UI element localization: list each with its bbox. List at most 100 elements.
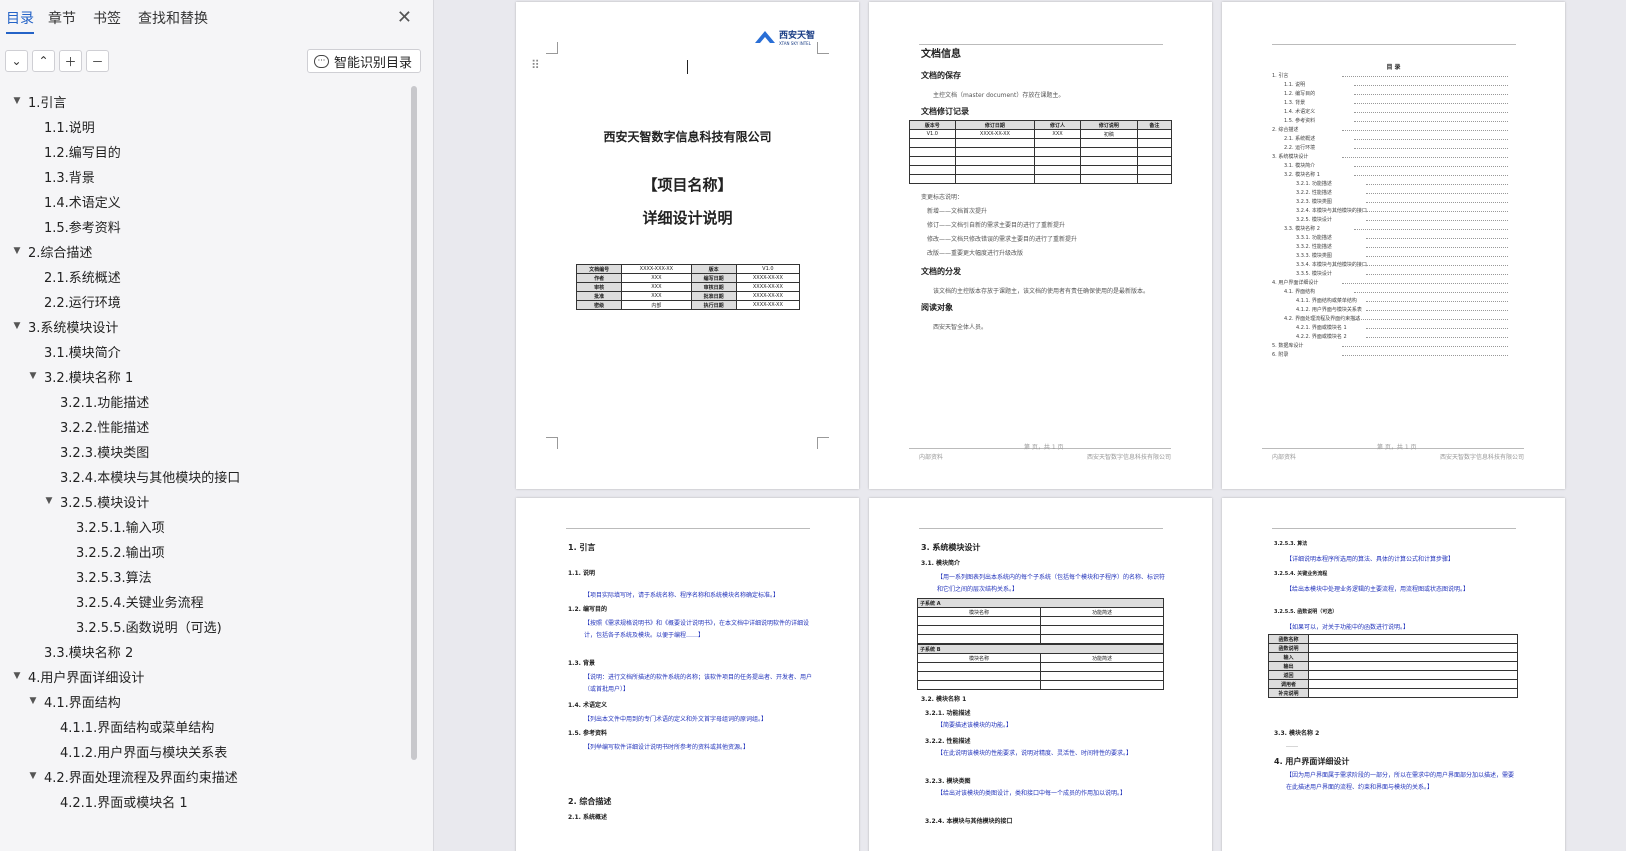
table-cell <box>909 147 956 157</box>
logo-mark-icon <box>755 31 775 43</box>
caret-down-icon[interactable]: ▼ <box>44 496 54 506</box>
toc-panel: 目录 章节 书签 查找和替换 ✕ ⌄ ⌃ ＋ － ··· 智能识别目录 ▼ 1.引… <box>0 0 434 851</box>
section-heading: 4. 用户界面详细设计 <box>1274 757 1350 766</box>
table-row <box>917 625 1164 635</box>
toc-item-label: 3.2.5.2.输出项 <box>76 545 165 561</box>
caret-down-icon[interactable]: ▼ <box>12 96 22 106</box>
tab-find-replace[interactable]: 查找和替换 <box>138 8 208 28</box>
toc-entry: 4. 用户界面详细设计 <box>1272 280 1319 286</box>
close-icon[interactable]: ✕ <box>397 7 412 28</box>
collapse-chevron-down-icon[interactable]: ⌄ <box>5 50 28 72</box>
toc-scrollbar[interactable] <box>411 86 417 760</box>
table-cell <box>909 156 956 166</box>
toc-entry: 4.2.2. 界面或模块名 2 <box>1296 334 1347 340</box>
toc-leader-dots <box>1354 94 1508 95</box>
subsection-heading: 3.2.1. 功能描述 <box>925 710 971 717</box>
toc-item[interactable]: 3.2.3.模块类图 <box>44 440 149 462</box>
subsection-heading: 3.2.5.3. 算法 <box>1274 541 1308 547</box>
toc-item[interactable]: 3.3.模块名称 2 <box>28 640 133 662</box>
toc-item[interactable]: 3.2.5.4.关键业务流程 <box>60 590 204 612</box>
tab-chapters[interactable]: 章节 <box>48 8 76 28</box>
section-text: 【给出本模块中处理业务逻辑的主要流程，用流程图或状态图说明。】 <box>1286 586 1470 593</box>
table-cell <box>1040 625 1164 635</box>
drag-handle-icon[interactable]: ⠿ <box>531 58 540 72</box>
caret-down-icon[interactable]: ▼ <box>12 321 22 331</box>
plus-icon[interactable]: ＋ <box>59 50 82 72</box>
toc-item[interactable]: ▼ 4.用户界面详细设计 <box>12 665 145 687</box>
revision-note: 修订——文档引自新的需求主要目的进行了重新提升 <box>927 222 1066 229</box>
toc-item[interactable]: ▼ 4.2.界面处理流程及界面约束描述 <box>28 765 238 787</box>
header-rule <box>1272 44 1516 45</box>
table-cell <box>1308 643 1518 653</box>
toc-item[interactable]: ▼ 4.1.界面结构 <box>28 690 121 712</box>
chevron-up-icon[interactable]: ⌃ <box>32 50 55 72</box>
toc-item[interactable]: 3.1.模块简介 <box>28 340 121 362</box>
caret-down-icon[interactable]: ▼ <box>12 246 22 256</box>
toc-item[interactable]: ▼ 3.2.5.模块设计 <box>44 490 150 512</box>
table-cell <box>1034 165 1081 175</box>
table-cell <box>1040 616 1164 626</box>
footer-left: 内部资料 <box>919 454 944 461</box>
page-intro[interactable]: 1. 引言 1.1. 说明 【项目实际填写时，请于系统名称、程序名称和系统模块名… <box>516 498 859 851</box>
tab-bookmarks[interactable]: 书签 <box>93 8 121 28</box>
header-rule <box>1272 528 1516 529</box>
toc-item[interactable]: ▼ 2.综合描述 <box>12 240 93 262</box>
minus-icon[interactable]: － <box>86 50 109 72</box>
tab-toc[interactable]: 目录 <box>6 8 34 34</box>
caret-down-icon[interactable]: ▼ <box>12 671 22 681</box>
caret-down-icon[interactable]: ▼ <box>28 371 38 381</box>
table-cell <box>909 138 956 148</box>
document-canvas[interactable]: ⠿ 西安天智 XTAN SKY INTEL 西安天智数字信息科技有限公司 【项目… <box>435 0 1626 851</box>
smart-toc-button[interactable]: ··· 智能识别目录 <box>306 49 421 73</box>
toc-item[interactable]: 2.2.运行环境 <box>28 290 121 312</box>
table-cell <box>1079 174 1138 184</box>
toc-item[interactable]: 4.1.1.界面结构或菜单结构 <box>44 715 214 737</box>
table-row <box>909 165 1173 175</box>
table-cell <box>1079 165 1138 175</box>
toc-item[interactable]: 3.2.1.功能描述 <box>44 390 149 412</box>
table-cell: 版本 <box>690 264 737 274</box>
toc-item[interactable]: ▼ 3.2.模块名称 1 <box>28 365 134 387</box>
table-cell: 模块名称 <box>917 607 1041 617</box>
toc-item[interactable]: 1.4.术语定义 <box>28 190 121 212</box>
toc-item[interactable]: ▼ 3.系统模块设计 <box>12 315 119 337</box>
caret-down-icon[interactable]: ▼ <box>28 696 38 706</box>
table-row <box>909 147 1173 157</box>
table-cell: 审核日期 <box>690 282 737 292</box>
page-modules[interactable]: 3. 系统模块设计 3.1. 模块简介 【用一系列图表列出本系统内的每个子系统（… <box>869 498 1212 851</box>
toc-item[interactable]: 3.2.4.本模块与其他模块的接口 <box>44 465 240 487</box>
table-cell: XXX <box>621 282 692 292</box>
table-cell: 编写日期 <box>690 273 737 283</box>
toc-item[interactable]: 1.3.背景 <box>28 165 95 187</box>
toc-item[interactable]: 1.2.编写目的 <box>28 140 121 162</box>
subsection-heading: 3.2. 模块名称 1 <box>921 696 967 703</box>
revision-heading: 文档修订记录 <box>921 107 969 116</box>
toc-item[interactable]: 4.1.2.用户界面与模块关系表 <box>44 740 227 762</box>
toc-leader-dots <box>1366 337 1508 338</box>
table-cell: XXXX-XX-XX <box>735 273 801 283</box>
section-text: 【给出对该模块的类图设计，类和接口中每一个成员的作用加以说明。】 <box>937 790 1127 797</box>
table-cell: 功能简述 <box>1040 607 1164 617</box>
toc-item[interactable]: 4.2.1.界面或模块名 1 <box>44 790 188 812</box>
toc-item[interactable]: 3.2.5.2.输出项 <box>60 540 165 562</box>
table-cell: 初稿 <box>1079 129 1138 139</box>
toc-item[interactable]: 3.2.5.3.算法 <box>60 565 152 587</box>
toc-item[interactable]: 2.1.系统概述 <box>28 265 121 287</box>
page-doc-info[interactable]: 文档信息 文档的保存 主控文档（master document）存放在课题主。 … <box>869 2 1212 489</box>
toc-item[interactable]: 3.2.5.5.函数说明（可选) <box>60 615 222 637</box>
page-toc[interactable]: 目 录 1. 引言 1.1. 说明 1.2. 编写目的 1.3. 背景 1.4. 术语定… <box>1222 2 1565 489</box>
toc-entry: 4.1.2. 用户界面与模块关系表 <box>1296 307 1362 313</box>
toc-item[interactable]: 1.1.说明 <box>28 115 95 137</box>
page-algorithms[interactable]: 3.2.5.3. 算法 【详细说明本程序所选用的算法、具体的计算公式和计算步骤】… <box>1222 498 1565 851</box>
margin-mark <box>546 42 558 54</box>
toc-item[interactable]: 3.2.5.1.输入项 <box>60 515 165 537</box>
logo-subtext: XTAN SKY INTEL <box>779 41 811 46</box>
toc-leader-dots <box>1354 85 1508 86</box>
toc-item[interactable]: ▼ 1.引言 <box>12 90 67 112</box>
caret-down-icon[interactable]: ▼ <box>28 771 38 781</box>
table-cell <box>1034 138 1081 148</box>
page-cover[interactable]: ⠿ 西安天智 XTAN SKY INTEL 西安天智数字信息科技有限公司 【项目… <box>516 2 859 489</box>
toc-item[interactable]: 1.5.参考资料 <box>28 215 121 237</box>
toc-item[interactable]: 3.2.2.性能描述 <box>44 415 149 437</box>
toc-item-label: 3.2.5.1.输入项 <box>76 520 165 536</box>
